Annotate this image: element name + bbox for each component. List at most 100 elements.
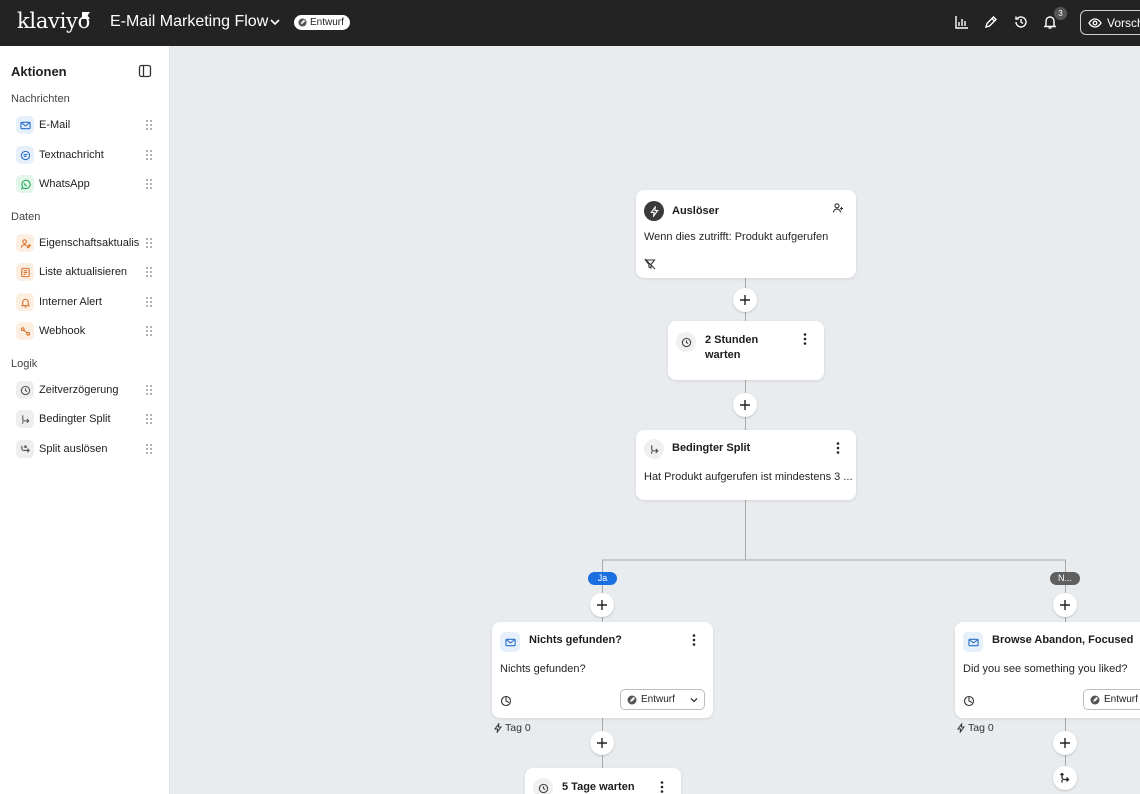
draft-icon — [627, 695, 637, 704]
add-step-button-no[interactable] — [1053, 593, 1077, 617]
delay-title: 5 Tage warten — [562, 781, 635, 793]
webhook-icon — [16, 322, 34, 340]
email-title: Nichts gefunden? — [529, 634, 622, 646]
smart-sending-icon[interactable] — [500, 695, 512, 707]
sidebar-item-update-property[interactable]: Eigenschaftsaktualisieren — [11, 230, 163, 256]
sidebar-item-webhook[interactable]: Webhook — [11, 318, 163, 344]
split-title: Bedingter Split — [672, 442, 751, 454]
chevron-down-icon[interactable] — [268, 14, 282, 30]
sidebar-item-trigger-split[interactable]: Split auslösen — [11, 436, 163, 462]
trigger-title: Auslöser — [672, 205, 720, 217]
klaviyo-logo[interactable]: klaviyo — [17, 9, 90, 33]
sidebar-item-label: Liste aktualisieren — [39, 266, 128, 278]
more-options-icon[interactable] — [832, 441, 844, 455]
drag-handle-icon[interactable] — [145, 178, 153, 190]
email-status-label: Entwurf — [641, 694, 675, 705]
drag-handle-icon[interactable] — [145, 325, 153, 337]
day-tag-label: Tag 0 — [505, 722, 531, 734]
branch-merge-icon — [1060, 772, 1070, 783]
more-options-icon[interactable] — [799, 332, 811, 346]
drag-handle-icon[interactable] — [145, 413, 153, 425]
trigger-card[interactable]: Auslöser Wenn dies zutrifft: Produkt auf… — [636, 190, 856, 278]
clock-icon — [533, 778, 553, 794]
sidebar-item-label: Bedingter Split — [39, 413, 111, 425]
plus-icon — [740, 295, 750, 305]
day-tag: Tag 0 — [493, 722, 531, 734]
history-icon[interactable] — [1013, 14, 1029, 30]
split-branch-button[interactable] — [1053, 766, 1077, 790]
add-step-button[interactable] — [733, 393, 757, 417]
add-step-button[interactable] — [733, 288, 757, 312]
split-condition: Hat Produkt aufgerufen ist mindestens 3 … — [644, 471, 853, 483]
bell-icon — [16, 293, 34, 311]
email-card[interactable]: Browse Abandon, Focused Did you see some… — [955, 622, 1140, 718]
status-badge-label: Entwurf — [310, 17, 344, 28]
drag-handle-icon[interactable] — [145, 119, 153, 131]
email-subject: Nichts gefunden? — [500, 663, 586, 675]
flow-title[interactable]: E-Mail Marketing Flow — [110, 13, 268, 31]
drag-handle-icon[interactable] — [145, 296, 153, 308]
plus-icon — [1060, 600, 1070, 610]
email-status-select[interactable]: Entwurf — [1083, 689, 1140, 710]
lightning-icon — [494, 723, 502, 733]
time-delay-card[interactable]: 5 Tage warten — [525, 768, 681, 794]
sidebar-item-label: Interner Alert — [39, 296, 102, 308]
plus-icon — [597, 600, 607, 610]
smart-sending-icon[interactable] — [963, 695, 975, 707]
sidebar-item-label: Textnachricht — [39, 149, 104, 161]
clock-icon — [16, 381, 34, 399]
drag-handle-icon[interactable] — [145, 237, 153, 249]
mail-icon — [963, 632, 983, 652]
email-status-select[interactable]: Entwurf — [620, 689, 705, 710]
preview-button-label: Vorschau — [1107, 15, 1140, 30]
sidebar-item-label: E-Mail — [39, 119, 71, 131]
draft-icon — [1090, 695, 1100, 704]
eye-icon — [1088, 17, 1102, 28]
sidebar-item-label: Zeitverzögerung — [39, 384, 119, 396]
split-icon — [644, 439, 664, 459]
flow-canvas[interactable]: Auslöser Wenn dies zutrifft: Produkt auf… — [171, 46, 1140, 794]
sidebar-item-whatsapp[interactable]: WhatsApp — [11, 171, 163, 197]
add-step-button-yes[interactable] — [590, 593, 614, 617]
more-options-icon[interactable] — [656, 780, 668, 794]
whatsapp-icon — [16, 175, 34, 193]
conditional-split-card[interactable]: Bedingter Split Hat Produkt aufgerufen i… — [636, 430, 856, 500]
drag-handle-icon[interactable] — [145, 443, 153, 455]
sidebar-item-conditional-split[interactable]: Bedingter Split — [11, 406, 163, 432]
branch-no-label: N... — [1050, 572, 1080, 585]
sidebar-item-time-delay[interactable]: Zeitverzögerung — [11, 377, 163, 403]
mail-icon — [16, 116, 34, 134]
drag-handle-icon[interactable] — [145, 149, 153, 161]
list-icon — [16, 263, 34, 281]
email-card[interactable]: Nichts gefunden? Nichts gefunden? Entwur… — [492, 622, 713, 718]
filter-off-icon[interactable] — [644, 258, 656, 270]
sidebar-toggle-icon[interactable] — [138, 64, 152, 78]
add-step-button[interactable] — [1053, 731, 1077, 755]
analytics-icon[interactable] — [954, 14, 970, 30]
drag-handle-icon[interactable] — [145, 266, 153, 278]
sidebar-item-internal-alert[interactable]: Interner Alert — [11, 289, 163, 315]
section-title-messages: Nachrichten — [11, 93, 70, 105]
chevron-down-icon — [690, 698, 698, 703]
day-tag: Tag 0 — [956, 722, 994, 734]
add-user-icon[interactable] — [832, 202, 844, 214]
sms-icon — [16, 146, 34, 164]
preview-button[interactable]: Vorschau — [1080, 10, 1140, 35]
time-delay-card[interactable]: 2 Stunden warten — [668, 321, 824, 380]
trigger-description: Wenn dies zutrifft: Produkt aufgerufen — [644, 231, 829, 243]
section-title-logic: Logik — [11, 358, 38, 370]
delay-title-line2: warten — [705, 349, 741, 361]
lightning-icon — [957, 723, 965, 733]
sidebar-item-sms[interactable]: Textnachricht — [11, 142, 163, 168]
sidebar-item-email[interactable]: E-Mail — [11, 112, 163, 138]
pencil-icon[interactable] — [983, 14, 999, 30]
add-step-button[interactable] — [590, 731, 614, 755]
sidebar-item-update-list[interactable]: Liste aktualisieren — [11, 259, 163, 285]
plus-icon — [1060, 738, 1070, 748]
more-options-icon[interactable] — [688, 633, 700, 647]
sidebar-item-label: Webhook — [39, 325, 86, 337]
drag-handle-icon[interactable] — [145, 384, 153, 396]
sidebar-item-label: WhatsApp — [39, 178, 90, 190]
actions-sidebar: Aktionen Nachrichten E-Mail Textnachrich… — [0, 46, 170, 794]
sidebar-item-label: Eigenschaftsaktualisieren — [39, 237, 139, 249]
